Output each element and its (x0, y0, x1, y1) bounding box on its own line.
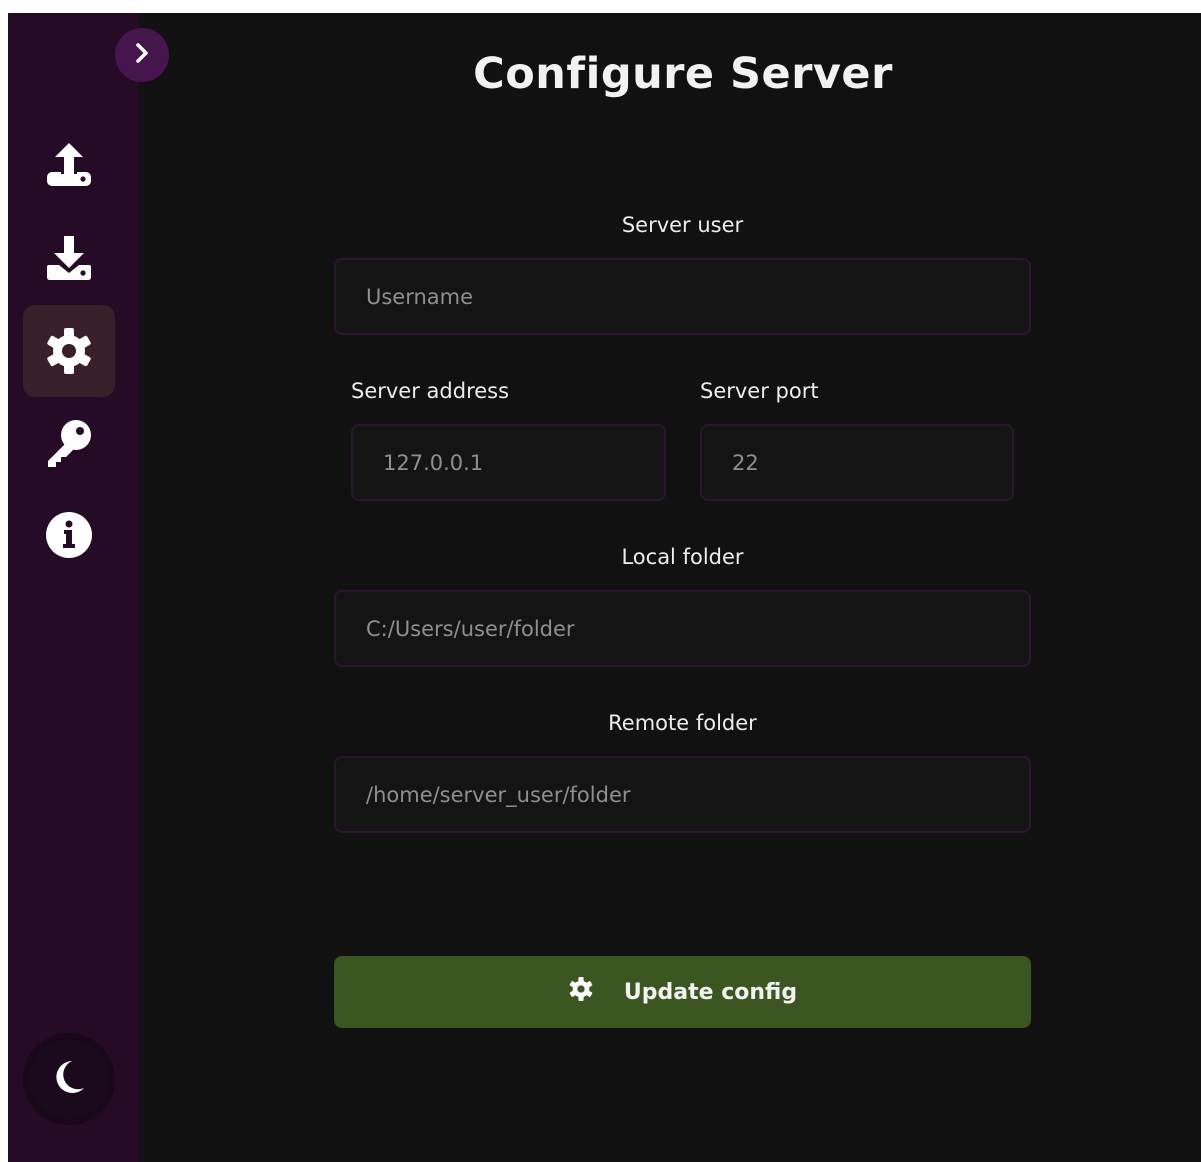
key-icon (43, 417, 95, 469)
theme-toggle-button[interactable] (23, 1033, 115, 1125)
sidebar-item-keys[interactable] (23, 397, 115, 489)
local-folder-label: Local folder (621, 545, 744, 569)
sidebar (8, 13, 139, 1162)
sidebar-item-upload[interactable] (23, 119, 115, 211)
update-config-label: Update config (623, 979, 798, 1005)
download-icon (43, 232, 95, 284)
server-port-input[interactable] (700, 424, 1014, 501)
local-folder-input[interactable] (334, 590, 1031, 667)
remote-folder-input[interactable] (334, 756, 1031, 833)
update-config-button[interactable]: Update config (334, 956, 1031, 1028)
remote-folder-label: Remote folder (608, 711, 757, 735)
server-user-label: Server user (621, 213, 744, 237)
server-user-input[interactable] (334, 258, 1031, 335)
sidebar-toggle-button[interactable] (115, 28, 169, 82)
server-port-label: Server port (700, 379, 819, 403)
page-title: Configure Server (473, 49, 893, 99)
app-window: Configure Server Server user Server addr… (8, 13, 1201, 1162)
sidebar-item-settings[interactable] (23, 305, 115, 397)
upload-icon (43, 139, 95, 191)
sidebar-item-info[interactable] (23, 489, 115, 581)
server-address-label: Server address (351, 379, 510, 403)
gear-icon (44, 326, 94, 376)
info-icon (45, 511, 93, 559)
main-content: Configure Server Server user Server addr… (139, 13, 1201, 1162)
gear-icon (568, 976, 594, 1008)
chevron-right-icon (133, 42, 151, 68)
moon-icon (50, 1058, 88, 1100)
server-address-input[interactable] (351, 424, 666, 501)
sidebar-item-download[interactable] (23, 212, 115, 304)
